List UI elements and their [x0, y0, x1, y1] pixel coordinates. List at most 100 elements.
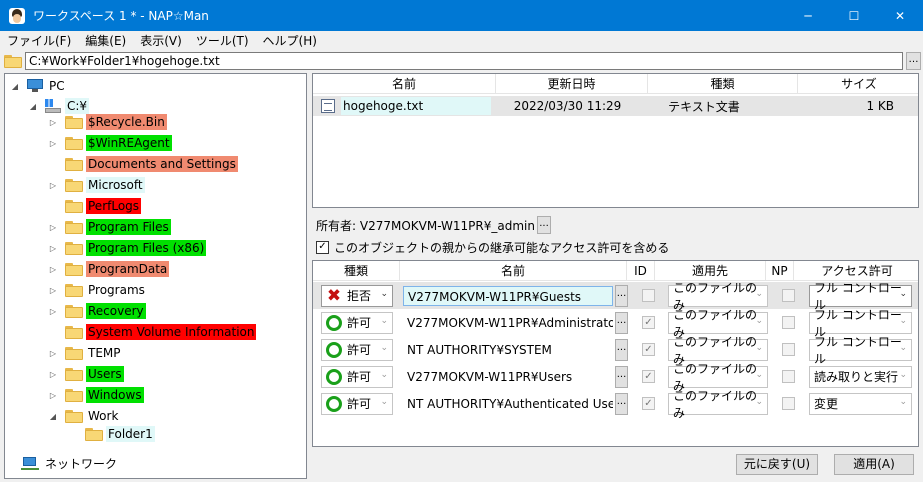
expand-icon[interactable]: ▷ [47, 242, 59, 254]
tree-item-folder[interactable]: ▷ Program Files [47, 217, 171, 237]
tree-item-subfolder[interactable]: Folder1 [67, 424, 155, 444]
np-checkbox[interactable] [782, 316, 795, 329]
tree-item-folder[interactable]: ◢ Work [47, 406, 120, 426]
type-select[interactable]: 許可 ⌄ [321, 311, 393, 334]
column-header-size[interactable]: サイズ [798, 74, 918, 94]
menu-help[interactable]: ヘルプ(H) [256, 31, 324, 51]
apply-select[interactable]: このファイルのみ ⌄ [668, 362, 768, 393]
shortcut-folder-icon [65, 157, 83, 171]
column-header-type[interactable]: 種類 [313, 261, 400, 281]
principal-browse-button[interactable]: ... [615, 284, 628, 307]
expand-icon[interactable]: ▷ [47, 389, 59, 401]
tree-item-folder[interactable]: ▷ Windows [47, 385, 144, 405]
expand-icon[interactable]: ▷ [47, 284, 59, 296]
expand-icon[interactable]: ▷ [47, 221, 59, 233]
path-browse-button[interactable]: … [906, 52, 921, 70]
type-value: 拒否 [347, 289, 372, 303]
collapse-icon[interactable]: ◢ [9, 80, 21, 92]
table-row[interactable]: 許可 ⌄ NT AUTHORITY¥Authenticated Users ..… [313, 389, 918, 420]
expand-icon[interactable]: ▷ [47, 347, 59, 359]
expand-icon[interactable]: ▷ [47, 263, 59, 275]
apply-select[interactable]: このファイルのみ ⌄ [668, 335, 768, 366]
revert-button[interactable]: 元に戻す(U) [736, 454, 818, 475]
tree-label: Programs [88, 283, 145, 297]
collapse-icon[interactable]: ◢ [47, 410, 59, 422]
expand-icon[interactable]: ▷ [47, 305, 59, 317]
tree-item-folder[interactable]: ▷ TEMP [47, 343, 123, 363]
apply-select[interactable]: このファイルのみ ⌄ [668, 308, 768, 339]
apply-select[interactable]: このファイルのみ ⌄ [668, 389, 768, 420]
expand-icon[interactable]: ▷ [47, 179, 59, 191]
chevron-down-icon: ⌄ [899, 288, 907, 299]
np-checkbox[interactable] [782, 289, 795, 302]
tree-item-folder[interactable]: System Volume Information [47, 322, 257, 342]
folder-icon [65, 388, 83, 402]
id-checkbox: ✓ [642, 370, 655, 383]
tree-item-folder[interactable]: ▷ $Recycle.Bin [47, 112, 167, 132]
type-select[interactable]: 許可 ⌄ [321, 392, 393, 415]
access-select[interactable]: フル コントロール ⌄ [809, 281, 912, 312]
menu-edit[interactable]: 編集(E) [78, 31, 133, 51]
access-select[interactable]: 変更 ⌄ [809, 392, 912, 415]
inherit-row[interactable]: ✓ このオブジェクトの親からの継承可能なアクセス許可を含める [316, 238, 669, 256]
tree-item-folder[interactable]: Documents and Settings [47, 154, 238, 174]
tree-item-folder[interactable]: ▷ $WinREAgent [47, 133, 172, 153]
folder-icon [65, 262, 83, 276]
close-button[interactable]: ✕ [877, 0, 923, 31]
tree-item-pc[interactable]: ◢ PC [9, 76, 67, 96]
column-header-type[interactable]: 種類 [648, 74, 798, 94]
minimize-button[interactable]: ─ [785, 0, 831, 31]
table-row[interactable]: hogehoge.txt 2022/03/30 11:29 テキスト文書 1 K… [313, 96, 918, 116]
type-select[interactable]: 許可 ⌄ [321, 365, 393, 388]
column-header-name[interactable]: 名前 [313, 74, 496, 94]
path-input[interactable] [25, 52, 903, 70]
table-row[interactable]: 許可 ⌄ NT AUTHORITY¥SYSTEM ... ✓ このファイルのみ … [313, 335, 918, 366]
principal-browse-button[interactable]: ... [615, 392, 628, 415]
folder-tree[interactable]: ◢ PC ◢ C:¥ ▷ $Recycle.Bin ▷ $WinREAgent Do… [4, 73, 307, 479]
expand-icon[interactable]: ▷ [47, 116, 59, 128]
menu-file[interactable]: ファイル(F) [0, 31, 78, 51]
menu-view[interactable]: 表示(V) [133, 31, 189, 51]
principal-browse-button[interactable]: ... [615, 365, 628, 388]
np-checkbox[interactable] [782, 343, 795, 356]
tree-item-folder[interactable]: ▷ Programs [47, 280, 147, 300]
tree-item-folder[interactable]: ▷ ProgramData [47, 259, 170, 279]
column-header-modified[interactable]: 更新日時 [496, 74, 648, 94]
allow-icon [326, 395, 342, 412]
np-checkbox[interactable] [782, 397, 795, 410]
file-list[interactable]: 名前 更新日時 種類 サイズ hogehoge.txt 2022/03/30 1… [312, 73, 919, 208]
menu-tools[interactable]: ツール(T) [189, 31, 256, 51]
column-header-name[interactable]: 名前 [400, 261, 627, 281]
np-checkbox[interactable] [782, 370, 795, 383]
access-select[interactable]: 読み取りと実行 ⌄ [809, 365, 912, 388]
folder-icon [65, 367, 83, 381]
tree-label: TEMP [88, 346, 121, 360]
tree-item-folder[interactable]: PerfLogs [47, 196, 142, 216]
tree-item-folder[interactable]: ▷ Users [47, 364, 124, 384]
collapse-icon[interactable]: ◢ [27, 100, 39, 112]
tree-item-folder[interactable]: ▷ Microsoft [47, 175, 145, 195]
owner-browse-button[interactable]: ... [537, 216, 551, 234]
maximize-button[interactable]: ☐ [831, 0, 877, 31]
access-select[interactable]: フル コントロール ⌄ [809, 308, 912, 339]
principal-browse-button[interactable]: ... [615, 338, 628, 361]
acl-table[interactable]: 種類 名前 ID 適用先 NP アクセス許可 ✖ 拒否 ⌄ V277MOKVM-… [312, 260, 919, 447]
tree-item-folder[interactable]: ▷ Program Files (x86) [47, 238, 207, 258]
folder-icon [65, 304, 83, 318]
table-row[interactable]: 許可 ⌄ V277MOKVM-W11PR¥Users ... ✓ このファイルの… [313, 362, 918, 393]
column-header-id[interactable]: ID [627, 261, 655, 281]
apply-button[interactable]: 適用(A) [834, 454, 914, 475]
access-select[interactable]: フル コントロール ⌄ [809, 335, 912, 366]
type-select[interactable]: ✖ 拒否 ⌄ [321, 284, 393, 307]
apply-select[interactable]: このファイルのみ ⌄ [668, 281, 768, 312]
tree-item-network[interactable]: ネットワーク [21, 454, 119, 474]
principal-browse-button[interactable]: ... [615, 311, 628, 334]
folder-icon [65, 283, 83, 297]
type-select[interactable]: 許可 ⌄ [321, 338, 393, 361]
inherit-checkbox[interactable]: ✓ [316, 240, 329, 254]
column-header-np[interactable]: NP [766, 261, 794, 281]
tree-item-folder[interactable]: ▷ Recovery [47, 301, 146, 321]
computer-icon [27, 79, 43, 93]
expand-icon[interactable]: ▷ [47, 137, 59, 149]
expand-icon[interactable]: ▷ [47, 368, 59, 380]
